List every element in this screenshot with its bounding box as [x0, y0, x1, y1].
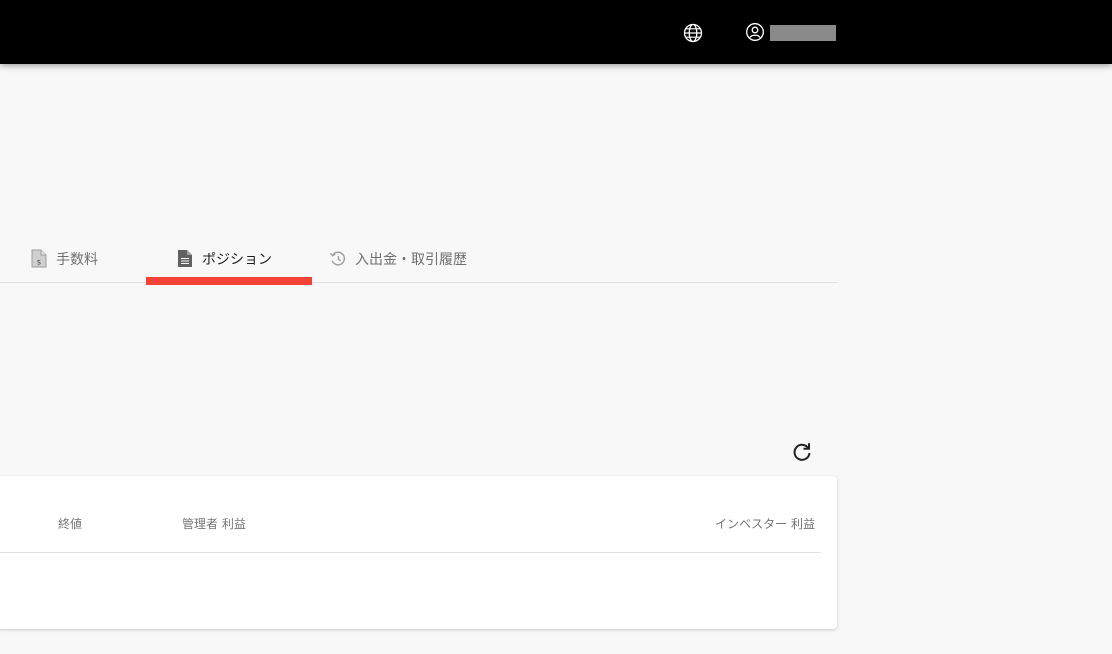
document-icon: [176, 249, 194, 269]
username-redacted[interactable]: [770, 25, 836, 41]
table-header-divider: [0, 552, 821, 553]
refresh-icon[interactable]: [790, 440, 814, 464]
column-header-close-price[interactable]: 終値: [58, 515, 82, 532]
globe-icon[interactable]: [682, 22, 704, 44]
active-tab-indicator: [146, 277, 312, 285]
history-icon: [329, 249, 347, 269]
fee-document-icon: $: [30, 249, 48, 269]
column-header-investor-profit[interactable]: インベスター 利益: [715, 515, 815, 532]
svg-text:$: $: [37, 259, 41, 267]
tab-positions-label: ポジション: [202, 251, 272, 268]
column-header-manager-profit[interactable]: 管理者 利益: [182, 515, 246, 532]
tab-fees-label: 手数料: [56, 251, 98, 268]
tab-history[interactable]: 入出金・取引履歴: [329, 236, 467, 281]
tab-positions[interactable]: ポジション: [176, 236, 272, 281]
tab-bar: $ 手数料 ポジション 入出金・取引履歴: [0, 236, 838, 283]
tab-fees[interactable]: $ 手数料: [30, 236, 98, 281]
tab-history-label: 入出金・取引履歴: [355, 251, 467, 268]
top-app-bar: [0, 0, 1112, 64]
account-circle-icon[interactable]: [745, 22, 765, 42]
